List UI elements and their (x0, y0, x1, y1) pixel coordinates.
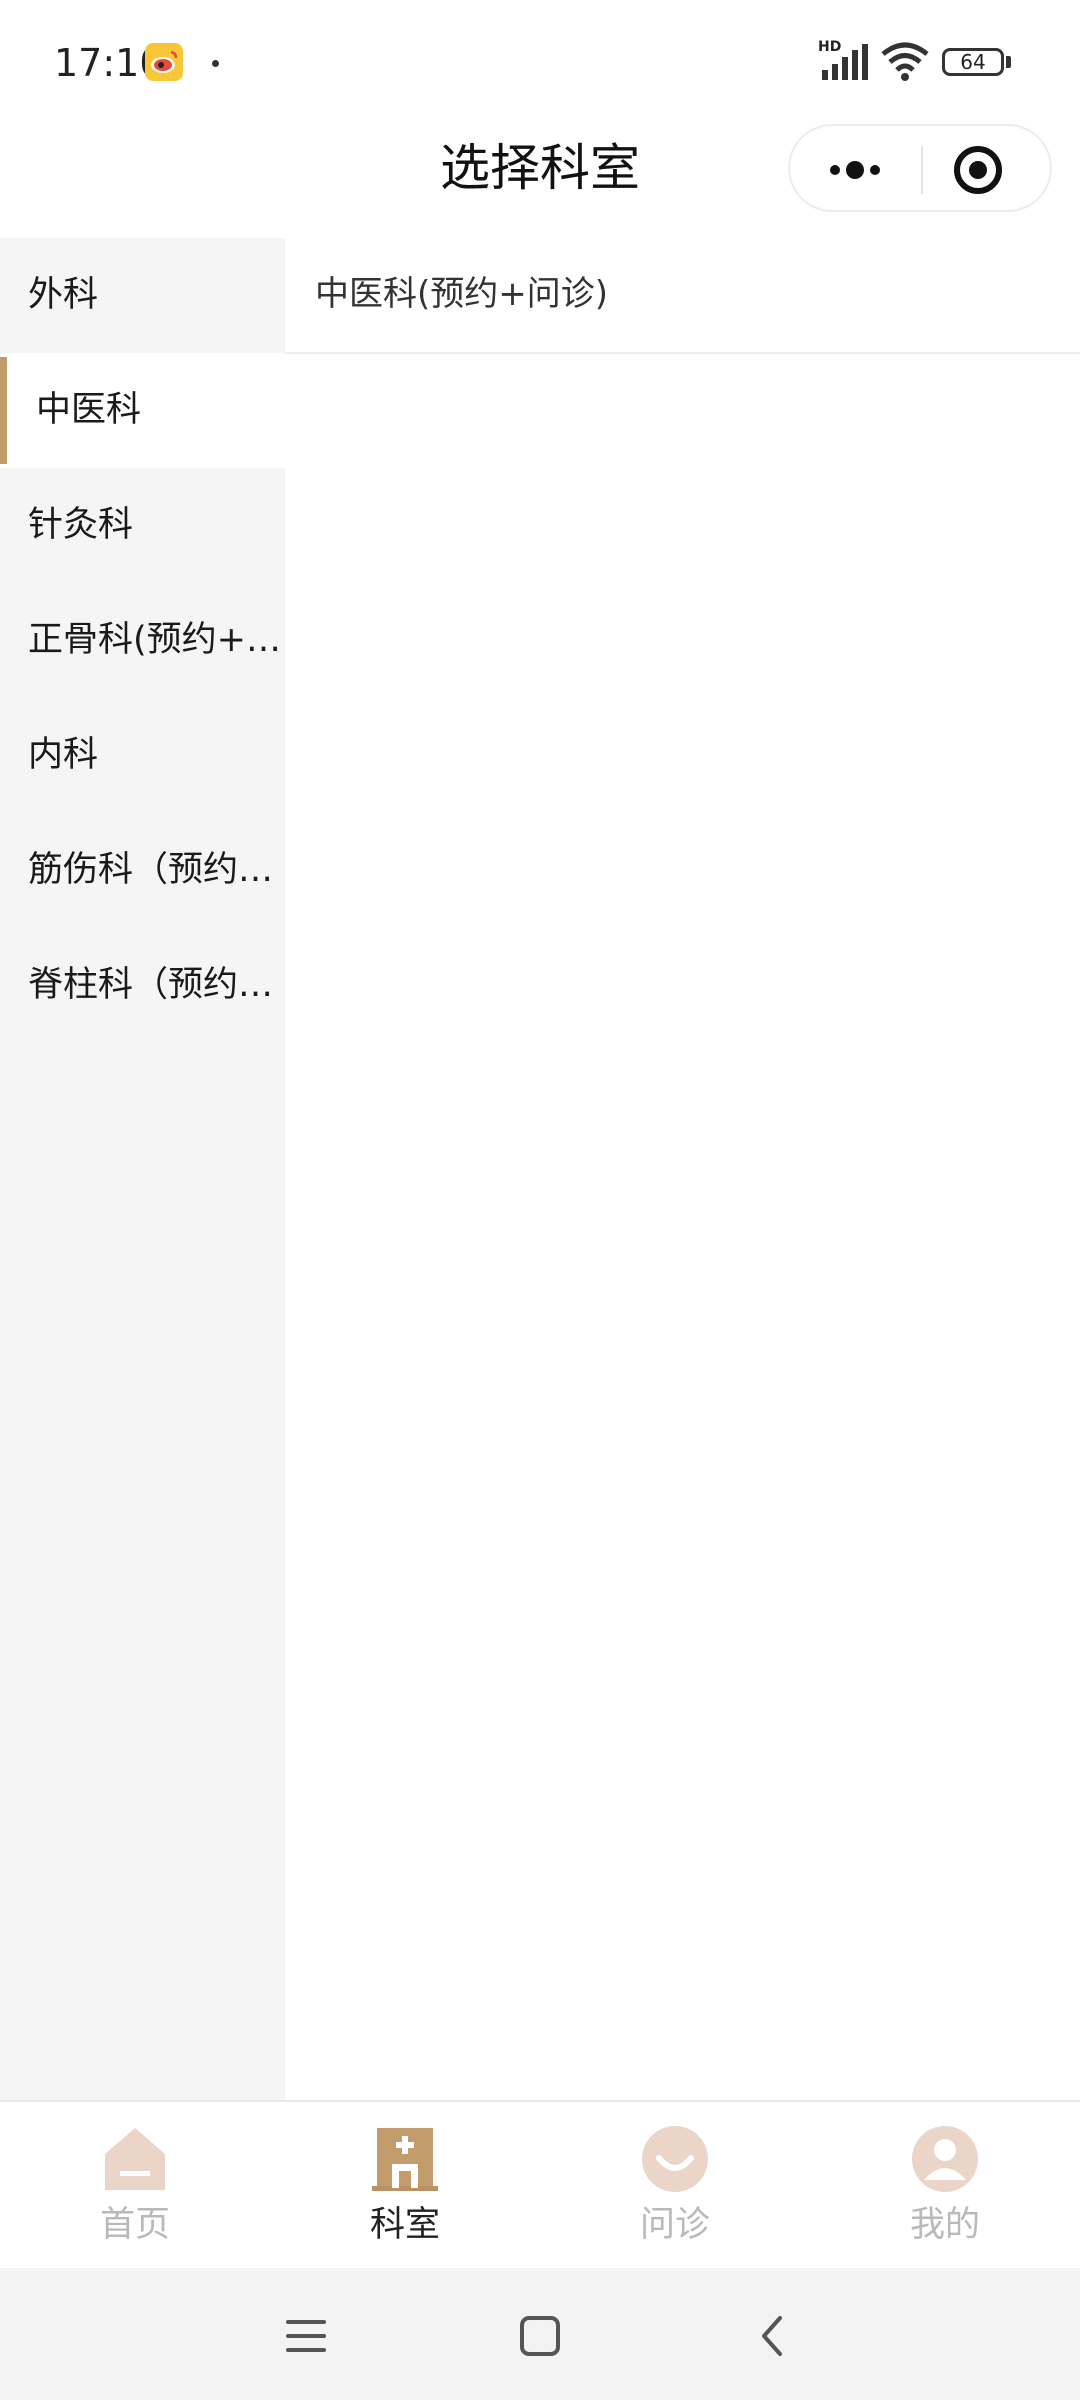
home-square-icon[interactable] (510, 2306, 570, 2366)
sidebar-item-internal-medicine[interactable]: 内科 (0, 698, 285, 813)
weibo-icon (145, 43, 183, 81)
profile-icon (912, 2126, 978, 2192)
tab-profile[interactable]: 我的 (810, 2102, 1080, 2268)
capsule-divider (921, 146, 923, 194)
sidebar-item-sinew-injury[interactable]: 筋伤科（预约… (0, 813, 285, 928)
notification-dot (212, 60, 219, 67)
nav-header: 选择科室 (0, 120, 1080, 238)
tab-consult[interactable]: 问诊 (540, 2102, 810, 2268)
sidebar-item-surgery[interactable]: 外科 (0, 238, 285, 353)
list-item[interactable]: 中医科(预约+问诊) (285, 238, 1080, 354)
menu-icon[interactable] (276, 2306, 336, 2366)
close-mini-program-icon (954, 146, 1002, 194)
sidebar-item-orthopedics[interactable]: 正骨科(预约+… (0, 583, 285, 698)
system-nav-bar (0, 2268, 1080, 2400)
tab-home-label: 首页 (99, 2205, 170, 2245)
battery-cap (1006, 56, 1011, 68)
battery-level: 64 (960, 50, 986, 74)
sidebar-item-spine[interactable]: 脊柱科（预约… (0, 928, 285, 1043)
tab-department[interactable]: 科室 (270, 2102, 540, 2268)
signal-icon (822, 44, 868, 80)
sidebar-item-tcm[interactable]: 中医科 (0, 353, 285, 468)
back-icon[interactable] (744, 2306, 804, 2366)
tab-consult-label: 问诊 (639, 2205, 710, 2245)
more-icon (830, 161, 880, 179)
more-button[interactable] (790, 126, 920, 210)
tab-profile-label: 我的 (909, 2205, 980, 2245)
department-icon (372, 2128, 438, 2191)
battery-icon: 64 (942, 48, 1004, 76)
home-icon (105, 2128, 165, 2190)
tab-department-label: 科室 (369, 2205, 440, 2245)
department-sidebar: 外科 中医科 针灸科 正骨科(预约+… 内科 筋伤科（预约… 脊柱科（预约… (0, 238, 285, 2100)
consult-icon (642, 2126, 708, 2192)
department-list: 中医科(预约+问诊) (285, 238, 1080, 2100)
tab-home[interactable]: 首页 (0, 2102, 270, 2268)
tab-bar: 首页 科室 问诊 我的 (0, 2100, 1080, 2268)
status-bar: 17:10 HD 64 (0, 0, 1080, 120)
wifi-icon (881, 42, 929, 81)
sidebar-item-acupuncture[interactable]: 针灸科 (0, 468, 285, 583)
close-button[interactable] (924, 126, 1050, 210)
mini-program-capsule (788, 124, 1052, 212)
